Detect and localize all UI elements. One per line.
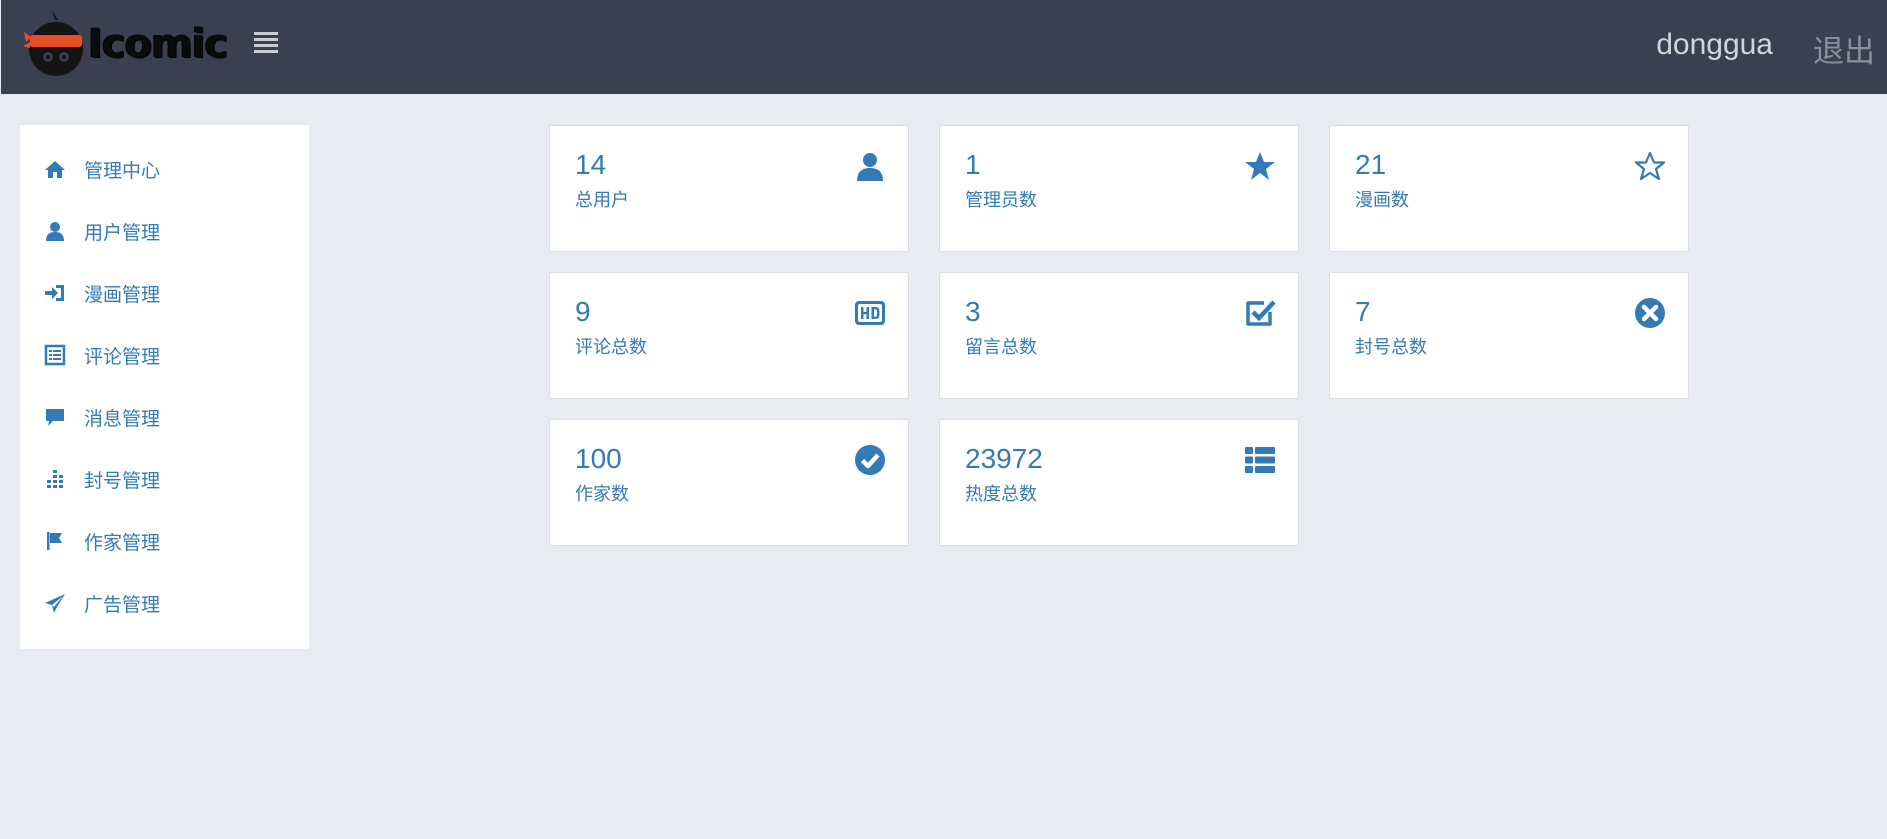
sidebar-item-label: 广告管理 [84,594,161,616]
sidebar-item-label: 封号管理 [84,470,161,492]
log-in-icon [44,282,66,304]
stat-label: 管理员数 [965,190,1037,210]
sidebar-item-label: 评论管理 [84,346,161,368]
sidebar-item-authors[interactable]: 作家管理 [20,517,309,565]
sidebar-item-label: 作家管理 [84,532,161,554]
stat-value: 14 [575,149,607,180]
sidebar-item-ads[interactable]: 广告管理 [20,579,309,627]
stat-value: 1 [965,149,981,180]
user-icon [857,153,883,181]
comment-icon [44,406,66,428]
username[interactable]: donggua [1656,28,1773,62]
user-icon [44,220,66,242]
sidebar-item-comments[interactable]: 评论管理 [20,331,309,379]
stat-card-messages[interactable]: 3 留言总数 [939,272,1299,399]
sidebar-item-dashboard[interactable]: 管理中心 [20,145,309,193]
stat-label: 漫画数 [1355,190,1409,210]
stat-card-users[interactable]: 14 总用户 [549,125,909,252]
star-empty-icon [1634,151,1666,181]
sidebar-item-users[interactable]: 用户管理 [20,207,309,255]
ninja-mascot-icon [24,10,83,76]
sidebar-item-label: 用户管理 [84,222,161,244]
stat-label: 封号总数 [1355,337,1427,357]
stat-card-admins[interactable]: 1 管理员数 [939,125,1299,252]
sidebar-item-bans[interactable]: 封号管理 [20,455,309,503]
sidebar-menu: 管理中心 用户管理 漫画管理 评论管理 消息管理 封号管理 作家管理 广告管理 [20,125,309,649]
sidebar-item-messages[interactable]: 消息管理 [20,393,309,441]
stat-label: 留言总数 [965,337,1037,357]
th-list-icon [1245,447,1275,473]
check-icon [1246,300,1276,326]
stat-value: 7 [1355,296,1371,327]
stat-label: 作家数 [575,484,629,504]
send-icon [44,592,66,614]
stat-value: 21 [1355,149,1387,180]
stat-card-comics[interactable]: 21 漫画数 [1329,125,1689,252]
stat-value: 100 [575,443,622,474]
menu-icon [254,32,278,53]
menu-toggle-button[interactable] [251,29,281,55]
remove-sign-icon [1635,298,1665,328]
logo[interactable]: Icomic [24,4,228,80]
logo-text: Icomic [88,21,228,67]
stat-card-comments[interactable]: 9 评论总数 [549,272,909,399]
list-alt-icon [44,344,66,366]
ok-sign-icon [855,445,885,475]
top-navbar: Icomic donggua 退出 [1,0,1887,94]
logout-button[interactable]: 退出 [1813,26,1875,71]
stat-value: 9 [575,296,591,327]
tasks-icon [44,468,66,490]
stat-card-authors[interactable]: 100 作家数 [549,419,909,546]
star-icon [1245,152,1275,180]
sidebar-item-label: 消息管理 [84,408,161,430]
sidebar-item-label: 漫画管理 [84,284,161,306]
stat-card-popularity[interactable]: 23972 热度总数 [939,419,1299,546]
stat-label: 评论总数 [575,337,647,357]
sidebar-item-comics[interactable]: 漫画管理 [20,269,309,317]
stat-value: 23972 [965,443,1043,474]
stat-label: 热度总数 [965,484,1037,504]
stat-label: 总用户 [575,190,629,210]
stat-card-bans[interactable]: 7 封号总数 [1329,272,1689,399]
hd-video-icon [855,301,885,325]
home-icon [44,158,66,180]
flag-icon [44,530,66,552]
stat-value: 3 [965,296,981,327]
sidebar-item-label: 管理中心 [84,160,161,182]
